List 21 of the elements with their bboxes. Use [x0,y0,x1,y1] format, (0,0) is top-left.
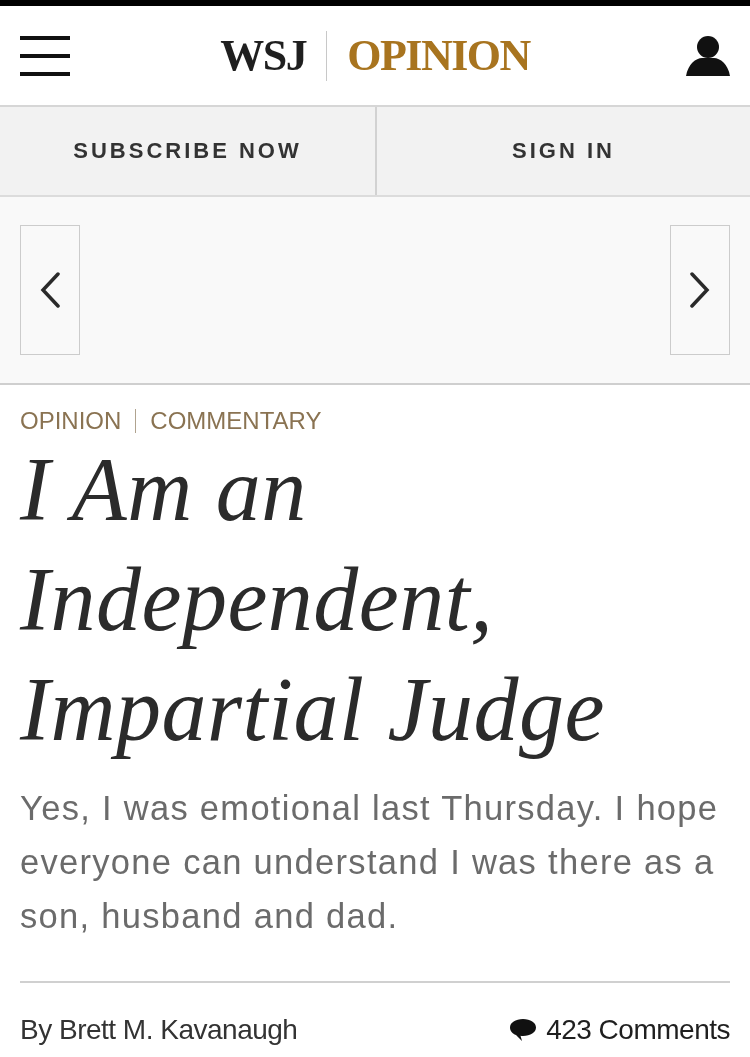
subscribe-button[interactable]: SUBSCRIBE NOW [0,107,375,195]
article-headline: I Am an Independent, Impartial Judge [20,439,606,761]
sign-in-button[interactable]: SIGN IN [375,107,750,195]
user-icon [686,35,730,76]
logo-section-name: OPINION [347,30,530,81]
menu-icon [20,35,70,76]
previous-button[interactable] [20,225,80,355]
next-button[interactable] [670,225,730,355]
logo-wordmark: WSJ [220,30,307,81]
article-summary: Yes, I was emotional last Thursday. I hope everyone can understand I was there as a son, husband and dad. [20,788,720,937]
comments-count: 423 Comments [546,1013,730,1047]
comments-link[interactable]: 423 Comments [510,1013,730,1047]
author-byline: By Brett M. Kavanaugh [20,1013,298,1047]
chevron-right-icon [690,272,710,308]
section-link[interactable]: COMMENTARY [150,407,322,435]
section-link[interactable]: OPINION [20,407,122,435]
menu-button[interactable] [20,35,70,76]
site-logo[interactable]: WSJ OPINION [220,30,530,81]
chevron-left-icon [40,272,60,308]
speech-bubble-icon [510,1019,537,1041]
account-button[interactable] [686,35,730,76]
